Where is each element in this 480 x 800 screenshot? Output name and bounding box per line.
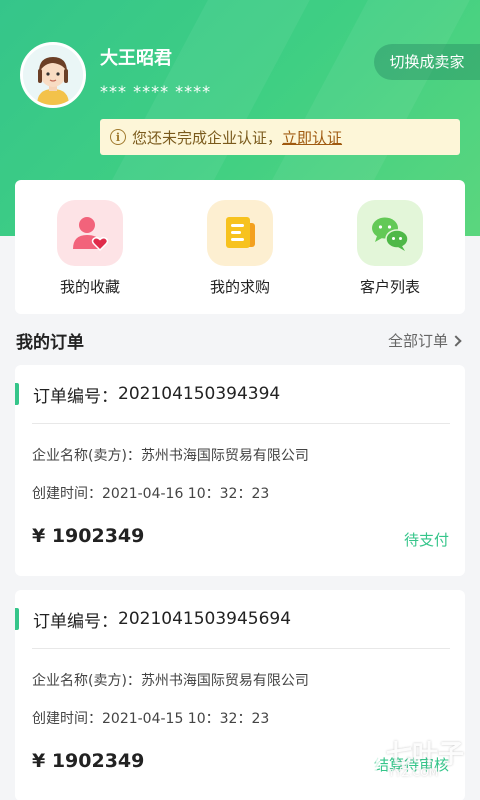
order-status: 待支付 xyxy=(403,531,449,549)
order-card[interactable]: 订单编号： 202104150394394 企业名称(卖方)：苏州书海国际贸易有… xyxy=(15,365,465,576)
quick-action-label: 客户列表 xyxy=(359,278,420,296)
quick-action-favorites[interactable]: 我的收藏 xyxy=(53,200,127,314)
order-no: 2021041503945694 xyxy=(118,609,292,629)
my-orders-title: 我的订单 xyxy=(16,333,84,353)
avatar-illustration-icon xyxy=(23,45,83,105)
created-time: 2021-04-15 10：32：23 xyxy=(102,711,270,727)
purchase-icon xyxy=(207,200,273,266)
quick-action-label: 我的求购 xyxy=(209,278,270,296)
seller-name: 苏州书海国际贸易有限公司 xyxy=(140,448,309,464)
favorites-icon xyxy=(57,200,123,266)
certification-notice: i 您还未完成企业认证， 立即认证 xyxy=(100,119,460,155)
notice-text: 您还未完成企业认证， xyxy=(132,128,283,147)
quick-actions-card: 我的收藏 我的求购 客户列表 xyxy=(15,180,465,314)
all-orders-label: 全部订单 xyxy=(387,332,448,350)
order-header: 订单编号： 2021041503945694 xyxy=(15,608,292,632)
quick-action-label: 我的收藏 xyxy=(59,278,120,296)
username: 大王昭君 xyxy=(100,48,172,69)
divider xyxy=(32,423,450,424)
watermark-sub: YYZ.COM xyxy=(388,766,439,779)
order-no-label: 订单编号： xyxy=(33,386,118,407)
order-seller-line: 企业名称(卖方)：苏州书海国际贸易有限公司 xyxy=(32,670,309,690)
order-header: 订单编号： 202104150394394 xyxy=(15,383,281,407)
order-created-line: 创建时间：2021-04-15 10：32：23 xyxy=(32,708,269,728)
chevron-right-icon xyxy=(450,334,462,347)
customers-chat-icon xyxy=(357,200,423,266)
switch-to-seller-button[interactable]: 切换成卖家 xyxy=(374,44,480,80)
order-price: ¥ 1902349 xyxy=(32,525,145,547)
avatar[interactable] xyxy=(20,42,86,108)
created-time: 2021-04-16 10：32：23 xyxy=(102,486,270,502)
certify-now-link[interactable]: 立即认证 xyxy=(282,127,342,148)
order-seller-line: 企业名称(卖方)：苏州书海国际贸易有限公司 xyxy=(32,445,309,465)
masked-phone: *** **** **** xyxy=(100,82,212,101)
seller-label: 企业名称(卖方)： xyxy=(32,448,141,464)
seller-name: 苏州书海国际贸易有限公司 xyxy=(140,673,309,689)
info-icon: i xyxy=(110,129,126,145)
watermark-leaf-icon xyxy=(332,734,380,782)
quick-action-purchase[interactable]: 我的求购 xyxy=(203,200,277,314)
order-no-label: 订单编号： xyxy=(33,611,118,632)
quick-action-customers[interactable]: 客户列表 xyxy=(353,200,427,314)
created-label: 创建时间： xyxy=(32,486,102,502)
watermark: 七叶子 YYZ.COM xyxy=(330,730,470,786)
order-price: ¥ 1902349 xyxy=(32,750,145,772)
accent-bar xyxy=(15,608,19,630)
created-label: 创建时间： xyxy=(32,711,102,727)
accent-bar xyxy=(15,383,19,405)
divider xyxy=(32,648,450,649)
order-created-line: 创建时间：2021-04-16 10：32：23 xyxy=(32,483,269,503)
seller-label: 企业名称(卖方)： xyxy=(32,673,141,689)
order-no: 202104150394394 xyxy=(118,384,281,404)
all-orders-link[interactable]: 全部订单 xyxy=(387,330,462,351)
